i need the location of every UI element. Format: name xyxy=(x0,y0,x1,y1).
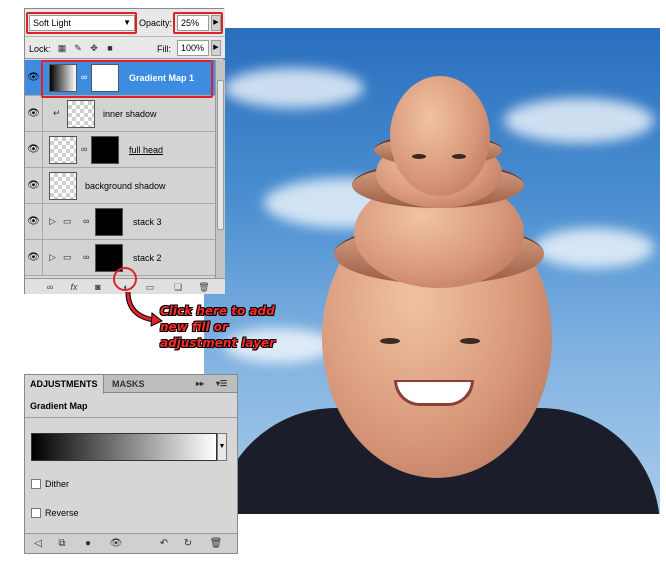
layer-row-inner-shadow[interactable]: 👁 ↵ inner shadow xyxy=(25,96,215,132)
clip-layer-icon[interactable]: ● xyxy=(81,537,95,551)
visibility-eye-icon[interactable]: 👁 xyxy=(25,96,43,132)
top-head xyxy=(390,76,490,196)
mask-thumbnail xyxy=(91,136,119,164)
new-layer-icon[interactable]: ❏ xyxy=(171,281,185,293)
eye xyxy=(380,338,400,344)
back-arrow-icon[interactable]: ◁ xyxy=(31,537,45,551)
add-mask-icon[interactable]: ◙ xyxy=(91,281,105,293)
fx-icon[interactable]: fx xyxy=(67,281,81,293)
lock-move-icon[interactable]: ✥ xyxy=(89,43,99,53)
cloud xyxy=(504,98,654,143)
folder-icon: ▭ xyxy=(63,216,72,226)
selected-layer-highlight-box xyxy=(41,60,213,98)
link-icon: ∞ xyxy=(83,252,90,262)
cloud xyxy=(534,228,654,268)
layers-panel: Soft Light ▼ Opacity: 25% ▶ Lock: ▦ ✎ ✥ … xyxy=(24,8,225,294)
eye xyxy=(412,154,426,159)
collapse-icon[interactable]: ▸▸ xyxy=(191,375,209,393)
visibility-eye-icon[interactable]: 👁 xyxy=(25,132,43,168)
fill-arrow-button[interactable]: ▶ xyxy=(211,40,221,56)
panel-tab-bar: ADJUSTMENTS MASKS ▸▸ ▾☰ xyxy=(25,375,237,394)
cloud xyxy=(224,68,364,108)
canvas-photo xyxy=(204,28,660,514)
layer-name: full head xyxy=(129,145,164,155)
reverse-checkbox[interactable] xyxy=(31,508,41,518)
visibility-eye-icon[interactable]: 👁 xyxy=(25,168,43,204)
layer-thumbnail xyxy=(67,100,95,128)
visibility-eye-icon[interactable]: 👁 xyxy=(109,537,123,551)
trash-icon[interactable]: 🗑 xyxy=(197,281,211,293)
callout-line: new fill or xyxy=(160,320,228,334)
layer-row-background-shadow[interactable]: 👁 background shadow xyxy=(25,168,215,204)
opacity-label: Opacity: xyxy=(139,18,173,28)
tab-masks[interactable]: MASKS xyxy=(107,375,150,393)
previous-state-icon[interactable]: ↶ xyxy=(157,537,171,551)
reverse-label: Reverse xyxy=(45,508,79,518)
expand-view-icon[interactable]: ⧉ xyxy=(55,537,69,551)
lock-paint-icon[interactable]: ✎ xyxy=(73,43,83,53)
fill-field[interactable]: 100% xyxy=(177,40,209,56)
callout-line: adjustment layer xyxy=(160,336,276,350)
link-layers-icon[interactable]: ∞ xyxy=(43,281,57,293)
visibility-eye-icon[interactable]: 👁 xyxy=(25,204,43,240)
lock-transparency-icon[interactable]: ▦ xyxy=(57,43,67,53)
layer-name: background shadow xyxy=(85,181,166,191)
layer-name: stack 2 xyxy=(133,253,162,263)
callout-text: Click here to add new fill or adjustment… xyxy=(160,303,320,351)
layer-thumbnail xyxy=(49,172,77,200)
layer-row-stack-3[interactable]: 👁 ▷ ▭ ∞ stack 3 xyxy=(25,204,215,240)
mask-thumbnail xyxy=(95,208,123,236)
layer-thumbnail xyxy=(49,136,77,164)
layer-name: stack 3 xyxy=(133,217,162,227)
adjustments-toolbar: ◁ ⧉ ● 👁 ↶ ↻ 🗑 xyxy=(25,533,237,553)
lock-all-icon[interactable]: ■ xyxy=(105,43,115,53)
link-icon: ∞ xyxy=(81,144,88,154)
folder-icon: ▭ xyxy=(63,252,72,262)
adjustments-panel: ADJUSTMENTS MASKS ▸▸ ▾☰ Gradient Map ▼ D… xyxy=(24,374,238,554)
reset-icon[interactable]: ↻ xyxy=(181,537,195,551)
scrollbar-thumb[interactable] xyxy=(217,80,224,230)
callout-arrow-icon xyxy=(125,291,163,327)
visibility-eye-icon[interactable]: 👁 xyxy=(25,240,43,276)
tab-adjustments[interactable]: ADJUSTMENTS xyxy=(25,375,104,394)
gradient-dropdown-button[interactable]: ▼ xyxy=(217,433,227,461)
clip-arrow-icon: ↵ xyxy=(53,108,61,118)
expand-arrow-icon[interactable]: ▷ xyxy=(49,216,56,227)
callout-line: Click here to add xyxy=(160,304,275,318)
layers-scrollbar[interactable] xyxy=(215,60,225,278)
blend-highlight-box xyxy=(26,12,137,34)
link-icon: ∞ xyxy=(83,216,90,226)
adjustment-button-highlight xyxy=(113,267,137,291)
gradient-picker[interactable] xyxy=(31,433,217,461)
lock-row: Lock: ▦ ✎ ✥ ■ Fill: 100% ▶ xyxy=(25,37,225,59)
opacity-highlight-box xyxy=(173,12,223,34)
dither-checkbox[interactable] xyxy=(31,479,41,489)
eye xyxy=(460,338,480,344)
layer-name: inner shadow xyxy=(103,109,157,119)
trash-icon[interactable]: 🗑 xyxy=(209,537,223,551)
lock-label: Lock: xyxy=(29,44,51,54)
layer-row-full-head[interactable]: 👁 ∞ full head xyxy=(25,132,215,168)
divider xyxy=(25,417,237,418)
adjustment-title: Gradient Map xyxy=(30,401,88,411)
panel-menu-icon[interactable]: ▾☰ xyxy=(211,375,232,393)
fill-label: Fill: xyxy=(157,44,171,54)
expand-arrow-icon[interactable]: ▷ xyxy=(49,252,56,263)
eye xyxy=(452,154,466,159)
dither-label: Dither xyxy=(45,479,70,489)
